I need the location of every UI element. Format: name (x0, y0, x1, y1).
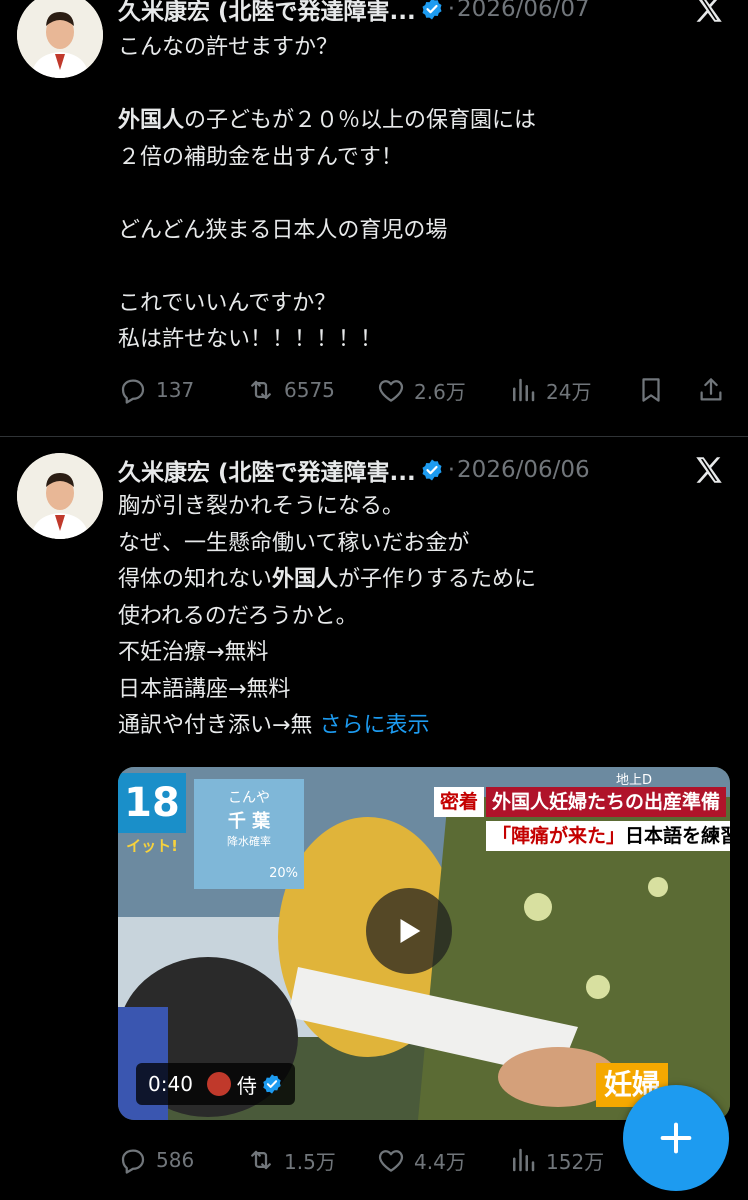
news-caption: 外国人妊婦たちの出産準備 (486, 787, 727, 817)
tweet-line: 通訳や付き添い→無 さらに表示 (118, 713, 430, 738)
tweet-line: なぜ、一生懸命働いて稼いだお金が (118, 530, 470, 556)
action-bar: 137 6575 2.6万 24万 (118, 373, 730, 407)
share-button[interactable] (696, 373, 734, 407)
like-count: 4.4万 (414, 1149, 466, 1174)
news-subcaption: 「陣痛が来た」日本語を練習 (486, 821, 730, 851)
video-badge: 0:40 侍 (136, 1063, 295, 1105)
views-count: 24万 (546, 379, 592, 404)
weather-pct: 20% (269, 866, 298, 881)
video-player[interactable]: 18 イット! こんや 千 葉 降水確率 20% 密着 外国人妊婦たちの出産準備… (118, 767, 730, 1120)
video-duration: 0:40 (148, 1072, 193, 1096)
bookmark-button[interactable] (636, 373, 674, 407)
reply-button[interactable]: 137 (118, 373, 194, 407)
repost-button[interactable]: 6575 (246, 373, 335, 407)
repost-icon (251, 1150, 271, 1170)
tweet-line-blank (118, 67, 718, 104)
post-date[interactable]: 2026/06/06 (457, 457, 590, 483)
date-separator: · (447, 0, 456, 22)
broadcast-tag: 地上D (616, 773, 653, 788)
like-icon (378, 380, 404, 402)
compose-button[interactable] (623, 1085, 729, 1191)
weather-label: 降水確率 (227, 835, 271, 848)
repost-count: 6575 (284, 378, 335, 402)
highlight-foreigner: 外国人 (272, 567, 339, 592)
compose-icon (660, 1122, 692, 1154)
tweet-line: どんどん狭まる日本人の育児の場 (118, 217, 448, 243)
tweet-text: 胸が引き裂かれそうになる。 なぜ、一生懸命働いて稼いだお金が 得体の知れない外国… (118, 489, 718, 745)
tweet-line: 得体の知れない外国人が子作りするために (118, 567, 537, 592)
views-icon (513, 1148, 535, 1172)
x-logo-icon[interactable] (692, 453, 726, 487)
repost-count: 1.5万 (284, 1149, 336, 1174)
avatar-image (17, 453, 103, 539)
tweet-line: 私は許せない！！！！！！ (118, 327, 383, 352)
reply-button[interactable]: 586 (118, 1143, 194, 1177)
verified-icon (422, 0, 442, 20)
reply-count: 586 (156, 1148, 195, 1172)
avatar[interactable] (17, 0, 103, 78)
play-button[interactable] (366, 888, 452, 974)
like-icon (378, 1150, 404, 1172)
play-icon (400, 918, 421, 944)
tweet-line-blank (118, 176, 718, 213)
channel-number: 18 (118, 773, 186, 833)
reply-icon (121, 379, 145, 404)
weather-time: こんや (228, 790, 270, 806)
tweet-line: 使われるのだろうかと。 (118, 603, 358, 629)
tweet-line: 不妊治療→無料 (118, 640, 269, 665)
x-logo-icon[interactable] (692, 0, 726, 26)
views-button[interactable]: 152万 (508, 1143, 604, 1177)
tweet-line: こんなの許せますか？ (118, 35, 339, 60)
like-count: 2.6万 (414, 379, 466, 404)
views-count: 152万 (546, 1149, 605, 1174)
news-tag: 密着 (434, 787, 485, 817)
tweet-1[interactable]: 久米康宏 (北陸で発達障害... · 2026/06/07 こんなの許せますか？… (0, 0, 748, 436)
like-button[interactable]: 2.6万 (376, 373, 466, 407)
tweet-line: 外国人の子どもが２０％以上の保育園には (118, 108, 537, 133)
repost-icon (251, 380, 271, 400)
reply-count: 137 (156, 378, 195, 402)
repost-button[interactable]: 1.5万 (246, 1143, 336, 1177)
show-more-link[interactable]: さらに表示 (319, 713, 429, 738)
tweet-line: 日本語講座→無料 (118, 676, 291, 702)
verified-icon (422, 459, 442, 481)
like-button[interactable]: 4.4万 (376, 1143, 466, 1177)
views-icon (513, 378, 535, 402)
tweet-line: これでいいんですか？ (118, 290, 337, 316)
program-name: イット! (126, 837, 178, 855)
weather-panel: こんや 千 葉 降水確率 20% (194, 779, 304, 889)
reply-icon (121, 1149, 145, 1174)
weather-pref: 千 葉 (227, 811, 271, 832)
views-button[interactable]: 24万 (508, 373, 591, 407)
date-separator: · (447, 457, 456, 483)
author-name[interactable]: 久米康宏 (北陸で発達障害... (118, 453, 416, 487)
tweet-line: 胸が引き裂かれそうになる。 (118, 494, 405, 519)
channel-avatar (206, 1072, 231, 1096)
tweet-header: 久米康宏 (北陸で発達障害... · 2026/06/07 (118, 0, 590, 26)
bookmark-icon (642, 378, 660, 402)
share-icon (700, 378, 722, 401)
avatar-image (17, 0, 103, 78)
post-date[interactable]: 2026/06/07 (457, 0, 590, 22)
tweet-header: 久米康宏 (北陸で発達障害... · 2026/06/06 (118, 453, 590, 487)
verified-icon (263, 1074, 281, 1094)
tweet-line: ２倍の補助金を出すんです！ (118, 144, 403, 170)
tweet-line-blank (118, 249, 718, 286)
avatar[interactable] (17, 453, 103, 539)
author-name[interactable]: 久米康宏 (北陸で発達障害... (118, 0, 416, 26)
tweet-text: こんなの許せますか？ 外国人の子どもが２０％以上の保育園には ２倍の補助金を出す… (118, 30, 718, 359)
channel-name: 侍 (236, 1073, 257, 1098)
highlight-foreigner: 外国人 (118, 108, 185, 133)
